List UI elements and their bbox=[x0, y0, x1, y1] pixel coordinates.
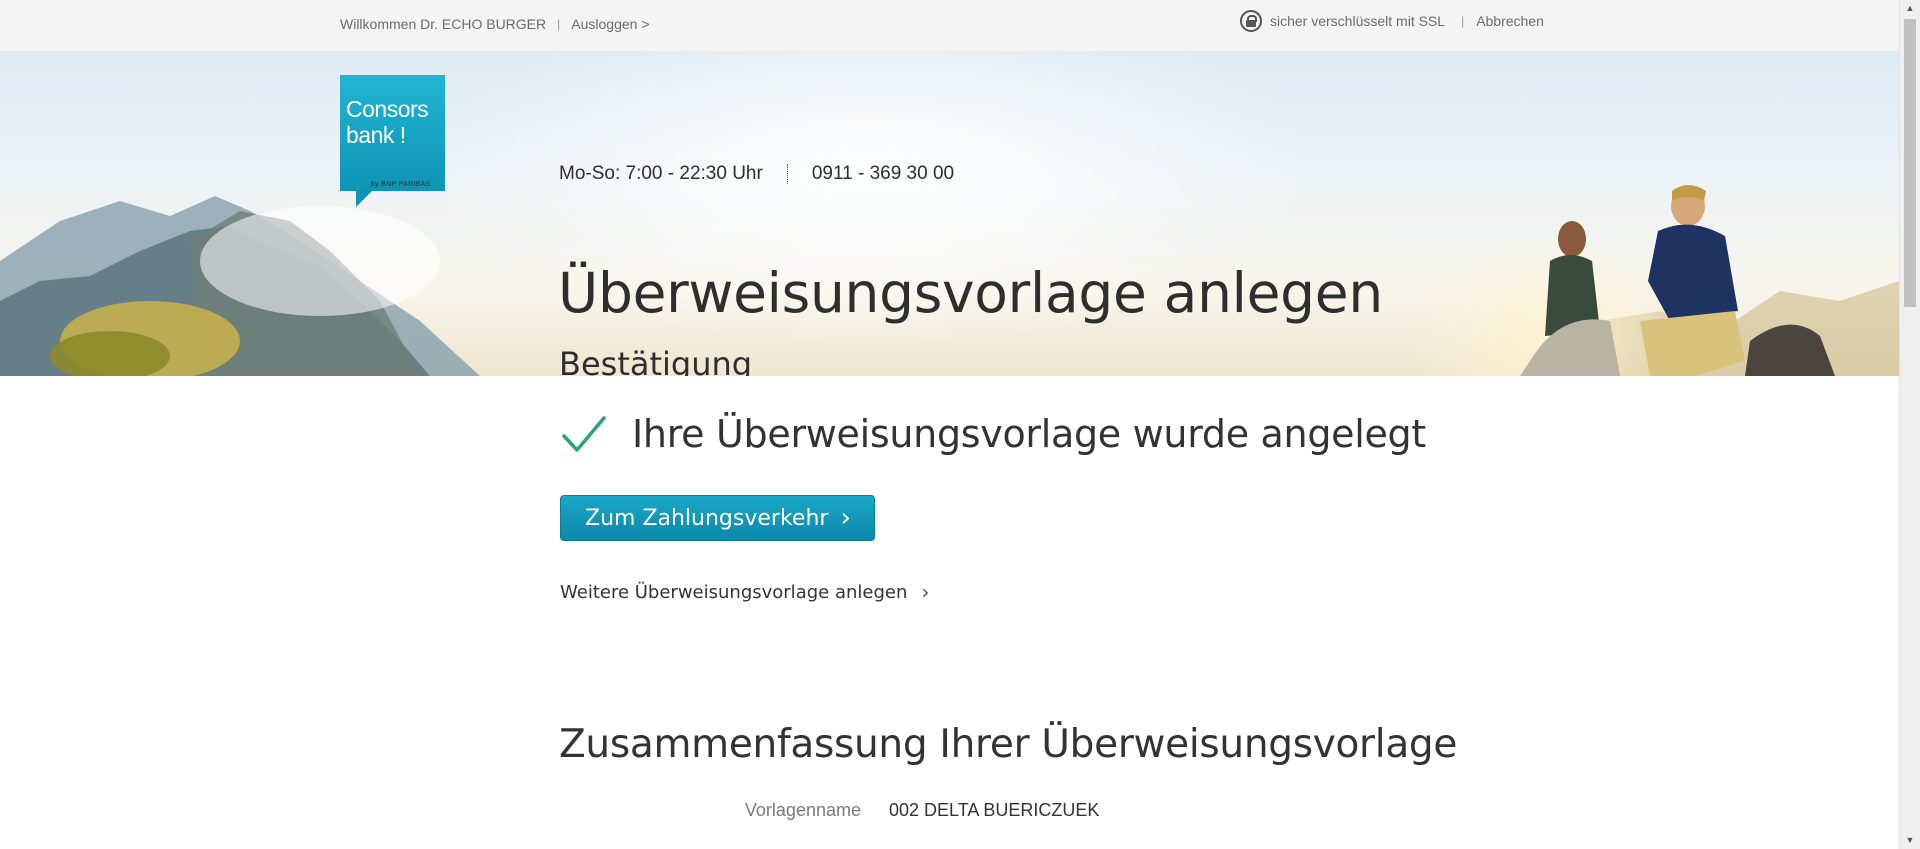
scroll-down-icon[interactable]: ▼ bbox=[1900, 832, 1920, 849]
chevron-right-icon: › bbox=[921, 580, 930, 604]
logo-text-line2: bank ! bbox=[346, 122, 406, 148]
page-title: Überweisungsvorlage anlegen bbox=[558, 261, 1383, 325]
create-another-template-link[interactable]: Weitere Überweisungsvorlage anlegen › bbox=[560, 580, 929, 604]
logo-subline: by BNP PARIBAS bbox=[371, 181, 431, 188]
user-bar: Willkommen Dr. ECHO BURGER | Ausloggen > bbox=[340, 16, 650, 32]
summary-value: 002 DELTA BUERICZUEK bbox=[889, 800, 1100, 820]
ssl-text: sicher verschlüsselt mit SSL bbox=[1270, 13, 1446, 29]
top-bar: Willkommen Dr. ECHO BURGER | Ausloggen >… bbox=[0, 0, 1899, 52]
divider bbox=[786, 164, 788, 184]
hotline-info: Mo-So: 7:00 - 22:30 Uhr 0911 - 369 30 00 bbox=[559, 163, 954, 185]
lock-icon bbox=[1240, 10, 1262, 32]
security-bar: sicher verschlüsselt mit SSL | Abbrechen bbox=[1240, 8, 1544, 34]
link-label: Weitere Überweisungsvorlage anlegen bbox=[560, 581, 908, 603]
cancel-link[interactable]: Abbrechen bbox=[1476, 13, 1544, 29]
success-text: Ihre Überweisungsvorlage wurde angelegt bbox=[632, 412, 1426, 456]
button-label: Zum Zahlungsverkehr bbox=[585, 505, 829, 531]
success-message: Ihre Überweisungsvorlage wurde angelegt bbox=[560, 410, 1426, 458]
phone-number: 0911 - 369 30 00 bbox=[811, 163, 955, 184]
logout-link[interactable]: Ausloggen > bbox=[571, 16, 649, 32]
logo-text-line1: Consors bbox=[346, 96, 429, 122]
divider: | bbox=[1461, 14, 1465, 28]
hero-banner: Consors bank ! by BNP PARIBAS Mo-So: 7:0… bbox=[0, 51, 1899, 376]
page-subtitle: Bestätigung bbox=[559, 345, 753, 376]
to-payments-button[interactable]: Zum Zahlungsverkehr › bbox=[560, 495, 875, 541]
divider: | bbox=[557, 17, 561, 31]
service-hours: Mo-So: 7:00 - 22:30 Uhr bbox=[559, 163, 763, 184]
summary-title: Zusammenfassung Ihrer Überweisungsvorlag… bbox=[559, 722, 1458, 767]
scrollbar[interactable]: ▲ ▼ bbox=[1899, 0, 1920, 849]
scroll-up-icon[interactable]: ▲ bbox=[1900, 0, 1920, 17]
summary-label: Vorlagenname bbox=[744, 800, 861, 820]
chevron-right-icon: › bbox=[840, 503, 851, 533]
hikers-illustration bbox=[1520, 185, 1835, 376]
consorsbank-logo[interactable]: Consors bank ! bbox=[340, 75, 445, 191]
scrollbar-thumb[interactable] bbox=[1904, 19, 1916, 307]
logo-speech-tail bbox=[356, 191, 372, 207]
welcome-text: Willkommen Dr. ECHO BURGER bbox=[340, 16, 547, 32]
checkmark-icon bbox=[562, 416, 606, 452]
